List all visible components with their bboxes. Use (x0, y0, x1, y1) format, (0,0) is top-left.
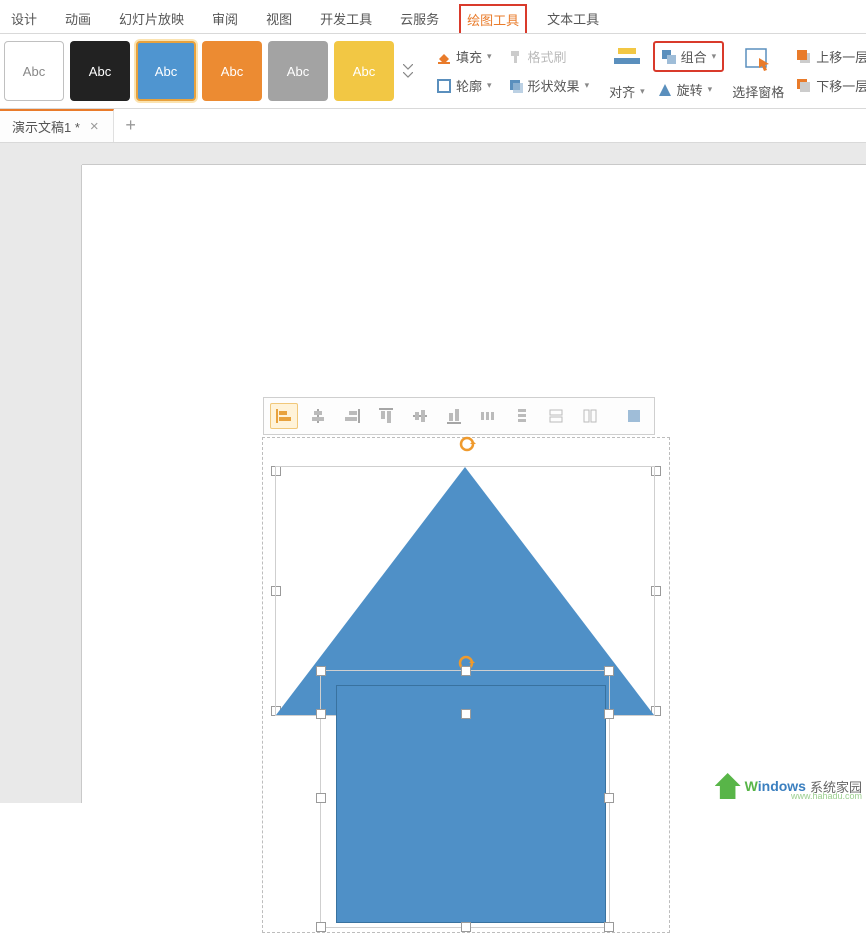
send-backward-button[interactable]: 下移一层 (792, 74, 866, 97)
rectangle-selection[interactable] (320, 670, 610, 928)
group-label: 组合 (681, 47, 707, 66)
align-center-h-button[interactable] (304, 403, 332, 429)
style-preset-blue-selected[interactable]: Abc (136, 41, 196, 101)
outline-icon (436, 78, 452, 94)
align-icon (610, 42, 644, 76)
align-middle-v-button[interactable] (406, 403, 434, 429)
distribute-h-button[interactable] (474, 403, 502, 429)
resize-handle[interactable] (604, 709, 614, 719)
rotate-button[interactable]: 旋转 ▾ (653, 78, 725, 101)
tab-drawing-tools[interactable]: 绘图工具 (459, 4, 527, 33)
group-button[interactable]: 组合 ▾ (653, 41, 725, 72)
ribbon-group-order: 上移一层 下移一层 (788, 34, 866, 108)
ribbon-group-align: 对齐 ▾ (605, 34, 649, 108)
chevron-down-icon: ▾ (712, 51, 717, 62)
shape-effects-label: 形状效果 (528, 76, 580, 95)
ribbon: Abc Abc Abc Abc Abc Abc 填充 ▾ 轮廓 ▾ (0, 34, 866, 109)
style-preset-orange[interactable]: Abc (202, 41, 262, 101)
format-painter-button[interactable]: 格式刷 (504, 45, 594, 68)
send-backward-label: 下移一层 (816, 76, 866, 95)
fill-icon (436, 49, 452, 65)
same-width-button[interactable] (542, 403, 570, 429)
main-tabs: 设计 动画 幻灯片放映 审阅 视图 开发工具 云服务 绘图工具 文本工具 (0, 0, 866, 34)
rotate-icon (657, 82, 673, 98)
align-bottom-button[interactable] (440, 403, 468, 429)
align-label: 对齐 (609, 82, 635, 101)
style-preset-yellow[interactable]: Abc (334, 41, 394, 101)
ribbon-group-format2: 格式刷 形状效果 ▾ (500, 34, 598, 108)
format-painter-label: 格式刷 (528, 47, 567, 66)
selection-pane-button[interactable]: 选择窗格 (732, 82, 784, 101)
style-preset-black[interactable]: Abc (70, 41, 130, 101)
selection-pane-icon (741, 42, 775, 76)
shape-effects-icon (508, 78, 524, 94)
ribbon-group-arrange: 组合 ▾ 旋转 ▾ (649, 34, 729, 108)
bring-forward-button[interactable]: 上移一层 (792, 45, 866, 68)
align-top-button[interactable] (372, 403, 400, 429)
watermark: Windows 系统家园 www.hahadu.com (715, 773, 862, 799)
outline-label: 轮廓 (456, 76, 482, 95)
resize-handle[interactable] (604, 666, 614, 676)
resize-handle[interactable] (461, 709, 471, 719)
align-right-button[interactable] (338, 403, 366, 429)
resize-handle[interactable] (316, 793, 326, 803)
send-backward-icon (796, 78, 812, 94)
chevron-down-icon: ▾ (487, 80, 492, 91)
selection-pane-label: 选择窗格 (732, 82, 784, 101)
outline-button[interactable]: 轮廓 ▾ (432, 74, 496, 97)
chevron-down-icon: ▾ (708, 84, 713, 95)
tab-text-tools[interactable]: 文本工具 (539, 3, 607, 33)
align-left-button[interactable] (270, 403, 298, 429)
format-painter-icon (508, 49, 524, 65)
fill-button[interactable]: 填充 ▾ (432, 45, 496, 68)
bring-forward-icon (796, 49, 812, 65)
watermark-url: www.hahadu.com (791, 791, 862, 801)
document-tab-bar: 演示文稿1 * × + (0, 109, 866, 143)
ribbon-group-format: 填充 ▾ 轮廓 ▾ (428, 34, 500, 108)
rotation-handle-icon[interactable] (457, 434, 477, 454)
resize-handle[interactable] (461, 666, 471, 676)
resize-handle[interactable] (604, 793, 614, 803)
chevron-down-icon: ▾ (585, 80, 590, 91)
distribute-v-button[interactable] (508, 403, 536, 429)
shape-effects-button[interactable]: 形状效果 ▾ (504, 74, 594, 97)
tab-devtools[interactable]: 开发工具 (312, 3, 380, 33)
align-button[interactable]: 对齐 ▾ (609, 82, 645, 101)
ribbon-group-selection: 选择窗格 (728, 34, 788, 108)
fill-label: 填充 (456, 47, 482, 66)
tab-design[interactable]: 设计 (3, 3, 45, 33)
floating-align-toolbar (263, 397, 655, 435)
shape-style-gallery: Abc Abc Abc Abc Abc Abc (0, 34, 420, 108)
resize-handle[interactable] (316, 666, 326, 676)
toolbar-collapse-button[interactable] (620, 403, 648, 429)
workspace (0, 143, 866, 803)
tab-animation[interactable]: 动画 (57, 3, 99, 33)
style-preset-white[interactable]: Abc (4, 41, 64, 101)
style-preset-gray[interactable]: Abc (268, 41, 328, 101)
tab-view[interactable]: 视图 (258, 3, 300, 33)
close-icon[interactable]: × (90, 118, 99, 135)
chevron-down-icon: ▾ (640, 86, 645, 97)
document-tab-label: 演示文稿1 * (12, 117, 80, 136)
resize-handle[interactable] (316, 709, 326, 719)
style-gallery-more[interactable] (400, 41, 416, 101)
watermark-logo-icon (715, 773, 741, 799)
rotate-label: 旋转 (677, 80, 703, 99)
resize-handle[interactable] (604, 922, 614, 932)
tab-slideshow[interactable]: 幻灯片放映 (111, 3, 192, 33)
group-icon (661, 49, 677, 65)
tab-cloud[interactable]: 云服务 (392, 3, 447, 33)
document-tab[interactable]: 演示文稿1 * × (0, 109, 114, 142)
tab-review[interactable]: 审阅 (204, 3, 246, 33)
resize-handle[interactable] (316, 922, 326, 932)
add-tab-button[interactable]: + (114, 115, 148, 136)
bring-forward-label: 上移一层 (816, 47, 866, 66)
resize-handle[interactable] (461, 922, 471, 932)
same-height-button[interactable] (576, 403, 604, 429)
chevron-down-icon: ▾ (487, 51, 492, 62)
